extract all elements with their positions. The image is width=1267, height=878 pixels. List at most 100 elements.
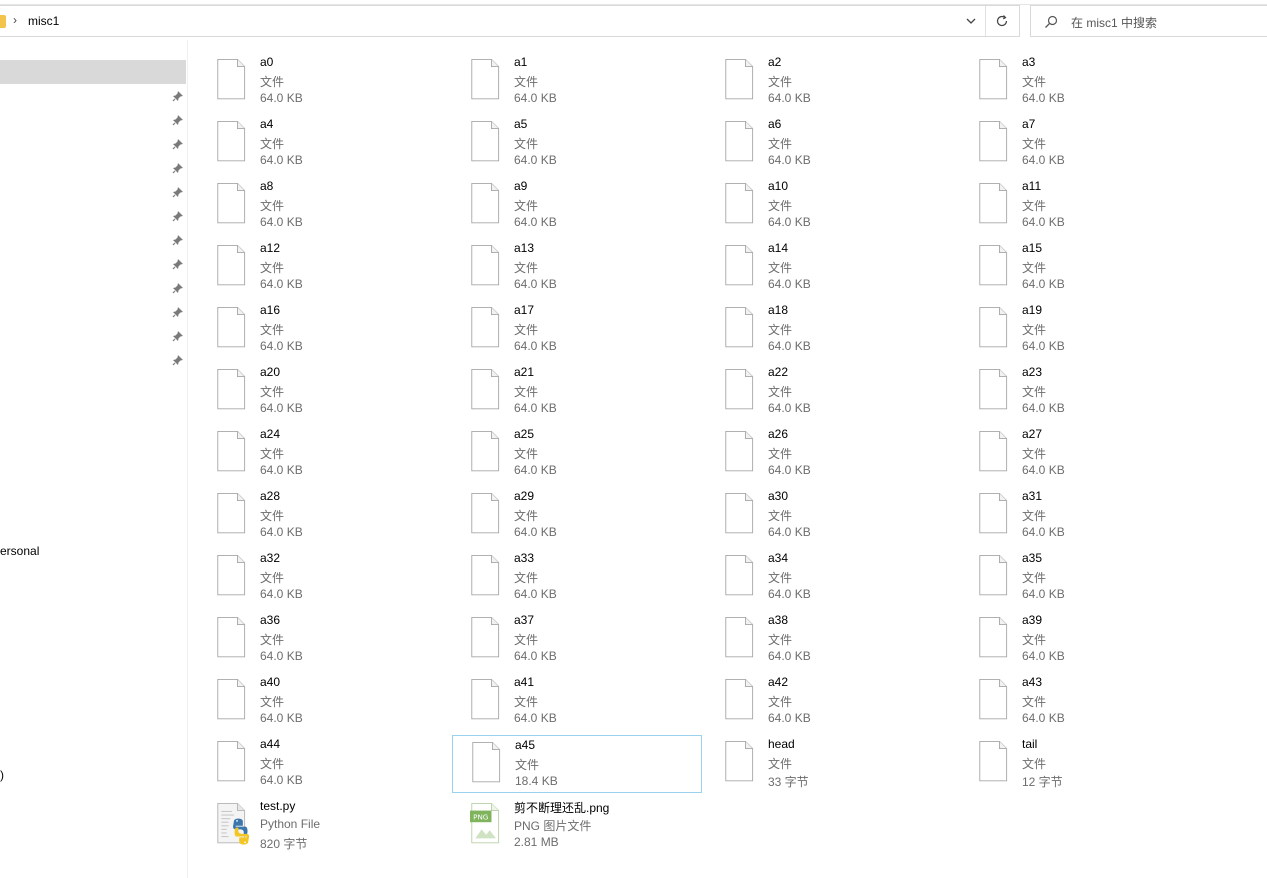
file-item[interactable]: a20 文件 64.0 KB — [208, 363, 458, 419]
blank-file-icon — [725, 182, 754, 224]
file-type: 文件 — [1022, 695, 1047, 709]
file-size: 64.0 KB — [514, 277, 557, 291]
file-type: 文件 — [768, 757, 793, 771]
file-item[interactable]: a25 文件 64.0 KB — [462, 425, 712, 481]
file-item[interactable]: a4 文件 64.0 KB — [208, 115, 458, 171]
nav-item-selected[interactable] — [0, 60, 186, 84]
file-item[interactable]: tail 文件 12 字节 — [970, 735, 1220, 791]
file-type: 文件 — [514, 75, 539, 89]
file-type: 文件 — [768, 137, 793, 151]
breadcrumb-current-folder[interactable]: misc1 — [28, 14, 59, 28]
file-name: a9 — [514, 179, 528, 193]
file-item[interactable]: a29 文件 64.0 KB — [462, 487, 712, 543]
pin-icon[interactable] — [172, 162, 184, 174]
pin-icon[interactable] — [172, 306, 184, 318]
file-type: 文件 — [1022, 323, 1047, 337]
pin-icon[interactable] — [172, 234, 184, 246]
search-box[interactable]: 在 misc1 中搜索 — [1030, 5, 1267, 37]
file-item[interactable]: a26 文件 64.0 KB — [716, 425, 966, 481]
nav-item-personal[interactable]: ersonal — [0, 544, 39, 558]
file-item[interactable]: a10 文件 64.0 KB — [716, 177, 966, 233]
file-item[interactable]: a9 文件 64.0 KB — [462, 177, 712, 233]
file-item[interactable]: a17 文件 64.0 KB — [462, 301, 712, 357]
file-type: 文件 — [514, 323, 539, 337]
blank-file-icon — [725, 492, 754, 534]
file-item[interactable]: a41 文件 64.0 KB — [462, 673, 712, 729]
pin-icon[interactable] — [172, 186, 184, 198]
address-bar[interactable]: › misc1 — [0, 5, 1020, 37]
file-item[interactable]: a45 文件 18.4 KB — [452, 735, 702, 793]
chevron-down-icon[interactable] — [964, 14, 978, 28]
file-item[interactable]: a32 文件 64.0 KB — [208, 549, 458, 605]
file-item[interactable]: a22 文件 64.0 KB — [716, 363, 966, 419]
file-item[interactable]: a12 文件 64.0 KB — [208, 239, 458, 295]
search-placeholder[interactable]: 在 misc1 中搜索 — [1071, 14, 1157, 31]
file-name: a21 — [514, 365, 535, 379]
file-size: 64.0 KB — [1022, 153, 1065, 167]
file-item[interactable]: a3 文件 64.0 KB — [970, 53, 1220, 109]
file-item[interactable]: a33 文件 64.0 KB — [462, 549, 712, 605]
file-item[interactable]: a13 文件 64.0 KB — [462, 239, 712, 295]
file-size: 64.0 KB — [514, 463, 557, 477]
blank-file-icon — [471, 430, 500, 472]
file-item[interactable]: a8 文件 64.0 KB — [208, 177, 458, 233]
file-item[interactable]: a39 文件 64.0 KB — [970, 611, 1220, 667]
file-item[interactable]: a24 文件 64.0 KB — [208, 425, 458, 481]
file-type: 文件 — [514, 261, 539, 275]
file-item[interactable]: a16 文件 64.0 KB — [208, 301, 458, 357]
file-item[interactable]: a18 文件 64.0 KB — [716, 301, 966, 357]
file-item[interactable]: a37 文件 64.0 KB — [462, 611, 712, 667]
file-item[interactable]: a21 文件 64.0 KB — [462, 363, 712, 419]
file-item[interactable]: a23 文件 64.0 KB — [970, 363, 1220, 419]
file-name: a11 — [1022, 179, 1042, 193]
file-name: a23 — [1022, 365, 1043, 379]
file-item[interactable]: a34 文件 64.0 KB — [716, 549, 966, 605]
file-size: 64.0 KB — [768, 277, 811, 291]
address-divider — [985, 6, 986, 36]
pin-icon[interactable] — [172, 138, 184, 150]
file-size: 64.0 KB — [514, 91, 557, 105]
file-item[interactable]: a43 文件 64.0 KB — [970, 673, 1220, 729]
file-type: 文件 — [1022, 75, 1047, 89]
file-item[interactable]: a1 文件 64.0 KB — [462, 53, 712, 109]
file-item[interactable]: a11 文件 64.0 KB — [970, 177, 1220, 233]
refresh-icon[interactable] — [994, 13, 1010, 29]
file-item[interactable]: a19 文件 64.0 KB — [970, 301, 1220, 357]
blank-file-icon — [979, 244, 1008, 286]
file-name: a20 — [260, 365, 281, 379]
file-item[interactable]: a5 文件 64.0 KB — [462, 115, 712, 171]
pin-icon[interactable] — [172, 114, 184, 126]
pin-icon[interactable] — [172, 282, 184, 294]
file-item[interactable]: a2 文件 64.0 KB — [716, 53, 966, 109]
file-item[interactable]: a15 文件 64.0 KB — [970, 239, 1220, 295]
file-item[interactable]: a44 文件 64.0 KB — [208, 735, 458, 791]
file-name: 剪不断理还乱.png — [514, 801, 610, 815]
file-item[interactable]: PNG 剪不断理还乱.png PNG 图片文件 2.81 MB — [462, 797, 712, 853]
breadcrumb-separator[interactable]: › — [13, 13, 17, 27]
file-item[interactable]: a7 文件 64.0 KB — [970, 115, 1220, 171]
file-item[interactable]: test.py Python File 820 字节 — [208, 797, 458, 853]
file-item[interactable]: a31 文件 64.0 KB — [970, 487, 1220, 543]
file-item[interactable]: head 文件 33 字节 — [716, 735, 966, 791]
pin-icon[interactable] — [172, 258, 184, 270]
file-item[interactable]: a35 文件 64.0 KB — [970, 549, 1220, 605]
file-item[interactable]: a36 文件 64.0 KB — [208, 611, 458, 667]
file-item[interactable]: a6 文件 64.0 KB — [716, 115, 966, 171]
file-item[interactable]: a42 文件 64.0 KB — [716, 673, 966, 729]
file-item[interactable]: a40 文件 64.0 KB — [208, 673, 458, 729]
file-item[interactable]: a28 文件 64.0 KB — [208, 487, 458, 543]
pin-icon[interactable] — [172, 210, 184, 222]
file-item[interactable]: a0 文件 64.0 KB — [208, 53, 458, 109]
file-size: 64.0 KB — [514, 215, 557, 229]
pin-icon[interactable] — [172, 354, 184, 366]
pin-icon[interactable] — [172, 90, 184, 102]
file-item[interactable]: a30 文件 64.0 KB — [716, 487, 966, 543]
nav-item-drive[interactable]: ) — [0, 768, 4, 782]
file-item[interactable]: a27 文件 64.0 KB — [970, 425, 1220, 481]
file-type: 文件 — [260, 137, 285, 151]
pin-icon[interactable] — [172, 330, 184, 342]
blank-file-icon — [725, 306, 754, 348]
file-type: 文件 — [1022, 571, 1047, 585]
file-item[interactable]: a38 文件 64.0 KB — [716, 611, 966, 667]
file-item[interactable]: a14 文件 64.0 KB — [716, 239, 966, 295]
